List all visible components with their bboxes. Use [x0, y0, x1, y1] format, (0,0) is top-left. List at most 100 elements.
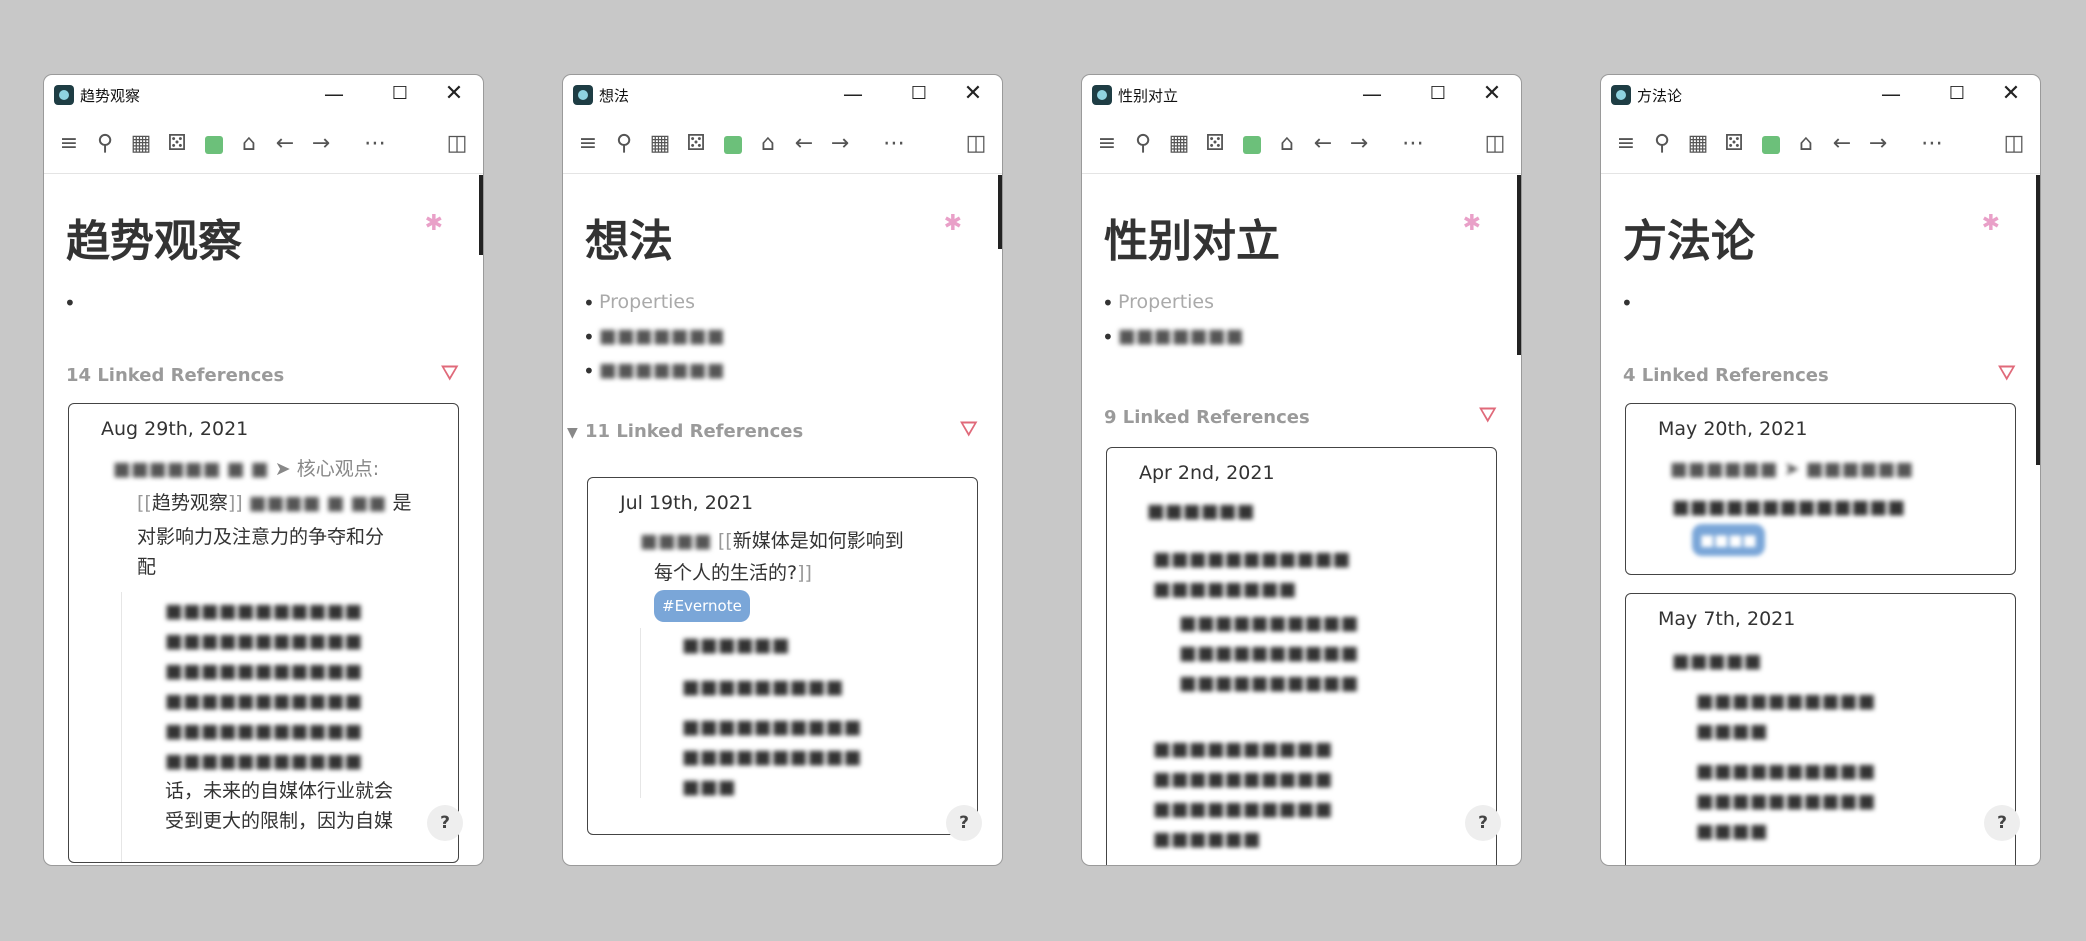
title-bar[interactable]: 趋势观察 — ☐ ✕	[44, 75, 483, 115]
menu-icon[interactable]: ≡	[1092, 129, 1122, 159]
title-bar[interactable]: 方法论 — ☐ ✕	[1601, 75, 2040, 115]
redacted-block[interactable]: ■■■■■■■	[583, 359, 725, 383]
reference-date[interactable]: Apr 2nd, 2021	[1139, 462, 1275, 484]
sparkle-icon[interactable]: ✱	[425, 211, 443, 236]
home-icon[interactable]: ⌂	[1791, 129, 1821, 159]
close-button[interactable]: ✕	[1469, 79, 1515, 109]
arrow-left-icon[interactable]: ←	[1827, 129, 1857, 159]
collapse-caret-icon[interactable]: ▼	[567, 425, 578, 441]
maximize-button[interactable]: ☐	[1415, 79, 1461, 109]
arrow-left-icon[interactable]: ←	[270, 129, 300, 159]
minimize-button[interactable]: —	[311, 79, 357, 109]
sparkle-icon[interactable]: ✱	[944, 211, 962, 236]
search-icon[interactable]: ⚲	[1647, 129, 1677, 159]
arrow-right-icon[interactable]: →	[1863, 129, 1893, 159]
dice-icon[interactable]: ⚄	[1200, 129, 1230, 159]
linked-references-header[interactable]: 4 Linked References	[1623, 365, 1829, 386]
sparkle-icon[interactable]: ✱	[1982, 211, 2000, 236]
reference-card: May 20th, 2021 ■■■■■■ ➤ ■■■■■■ ■■■■■■■■■…	[1625, 403, 2016, 575]
page-title: 方法论	[1623, 216, 1755, 267]
green-square-icon[interactable]	[717, 129, 747, 159]
help-button[interactable]: ?	[427, 805, 463, 841]
reference-date[interactable]: May 20th, 2021	[1658, 418, 1807, 440]
linked-references-header[interactable]: 11 Linked References	[585, 421, 803, 442]
minimize-button[interactable]: —	[1868, 79, 1914, 109]
filter-icon[interactable]: ⛛	[1998, 361, 2016, 386]
green-square-icon[interactable]	[1236, 129, 1266, 159]
sidebar-toggle-icon[interactable]: ◫	[1480, 129, 1510, 159]
scrollbar[interactable]	[1517, 175, 1521, 355]
dice-icon[interactable]: ⚄	[162, 129, 192, 159]
maximize-button[interactable]: ☐	[1934, 79, 1980, 109]
reference-block[interactable]: ■■■■ [[新媒体是如何影响到	[640, 526, 940, 556]
sidebar-toggle-icon[interactable]: ◫	[442, 129, 472, 159]
calendar-icon[interactable]: ▦	[1164, 129, 1194, 159]
maximize-button[interactable]: ☐	[896, 79, 942, 109]
empty-block[interactable]	[1621, 291, 1643, 315]
sparkle-icon[interactable]: ✱	[1463, 211, 1481, 236]
linked-references-header[interactable]: 9 Linked References	[1104, 407, 1310, 428]
scrollbar[interactable]	[2036, 175, 2040, 465]
breadcrumb[interactable]: ■■■■■■ ■ ■ ➤ 核心观点:	[113, 454, 379, 484]
linked-references-header[interactable]: 14 Linked References	[66, 365, 284, 386]
dice-icon[interactable]: ⚄	[681, 129, 711, 159]
menu-icon[interactable]: ≡	[54, 129, 84, 159]
empty-block[interactable]	[64, 291, 86, 315]
reference-block[interactable]: [[趋势观察]] ■■■■ ■ ■■ 是	[137, 488, 437, 518]
more-icon[interactable]: ⋯	[360, 129, 390, 159]
help-button[interactable]: ?	[946, 805, 982, 841]
more-icon[interactable]: ⋯	[1917, 129, 1947, 159]
reference-text[interactable]: 每个人的生活的?]]	[654, 558, 812, 588]
search-icon[interactable]: ⚲	[90, 129, 120, 159]
evernote-tag[interactable]: #Evernote	[654, 590, 750, 622]
minimize-button[interactable]: —	[1349, 79, 1395, 109]
search-icon[interactable]: ⚲	[609, 129, 639, 159]
calendar-icon[interactable]: ▦	[1683, 129, 1713, 159]
sidebar-toggle-icon[interactable]: ◫	[1999, 129, 2029, 159]
title-bar[interactable]: 性别对立 — ☐ ✕	[1082, 75, 1521, 115]
close-button[interactable]: ✕	[1988, 79, 2034, 109]
menu-icon[interactable]: ≡	[573, 129, 603, 159]
home-icon[interactable]: ⌂	[1272, 129, 1302, 159]
arrow-left-icon[interactable]: ←	[1308, 129, 1338, 159]
redacted-block[interactable]: ■■■■■■■	[583, 325, 725, 349]
scrollbar[interactable]	[998, 175, 1002, 249]
arrow-right-icon[interactable]: →	[306, 129, 336, 159]
home-icon[interactable]: ⌂	[753, 129, 783, 159]
calendar-icon[interactable]: ▦	[645, 129, 675, 159]
arrow-right-icon[interactable]: →	[825, 129, 855, 159]
close-button[interactable]: ✕	[950, 79, 996, 109]
redacted-block[interactable]: ■■■■■■■	[1102, 325, 1244, 349]
more-icon[interactable]: ⋯	[1398, 129, 1428, 159]
search-icon[interactable]: ⚲	[1128, 129, 1158, 159]
breadcrumb[interactable]: ■■■■■■ ➤ ■■■■■■	[1670, 454, 1913, 484]
properties-block[interactable]: Properties	[583, 291, 695, 315]
help-button[interactable]: ?	[1465, 805, 1501, 841]
sidebar-toggle-icon[interactable]: ◫	[961, 129, 991, 159]
redacted-breadcrumb[interactable]: ■■■■■■	[1147, 496, 1255, 526]
filter-icon[interactable]: ⛛	[1479, 403, 1497, 428]
reference-date[interactable]: May 7th, 2021	[1658, 608, 1795, 630]
title-bar[interactable]: 想法 — ☐ ✕	[563, 75, 1002, 115]
minimize-button[interactable]: —	[830, 79, 876, 109]
help-button[interactable]: ?	[1984, 805, 2020, 841]
green-square-icon[interactable]	[198, 129, 228, 159]
arrow-right-icon[interactable]: →	[1344, 129, 1374, 159]
tag[interactable]: ■■■■	[1692, 524, 1765, 556]
menu-icon[interactable]: ≡	[1611, 129, 1641, 159]
arrow-left-icon[interactable]: ←	[789, 129, 819, 159]
dice-icon[interactable]: ⚄	[1719, 129, 1749, 159]
properties-block[interactable]: Properties	[1102, 291, 1214, 315]
scrollbar[interactable]	[479, 175, 483, 255]
reference-date[interactable]: Aug 29th, 2021	[101, 418, 248, 440]
home-icon[interactable]: ⌂	[234, 129, 264, 159]
filter-icon[interactable]: ⛛	[441, 361, 459, 386]
filter-icon[interactable]: ⛛	[960, 417, 978, 442]
maximize-button[interactable]: ☐	[377, 79, 423, 109]
calendar-icon[interactable]: ▦	[126, 129, 156, 159]
toolbar: ≡ ⚲ ▦ ⚄ ⌂ ← → ⋯ ◫	[1601, 115, 2040, 174]
more-icon[interactable]: ⋯	[879, 129, 909, 159]
reference-date[interactable]: Jul 19th, 2021	[620, 492, 753, 514]
green-square-icon[interactable]	[1755, 129, 1785, 159]
close-button[interactable]: ✕	[431, 79, 477, 109]
